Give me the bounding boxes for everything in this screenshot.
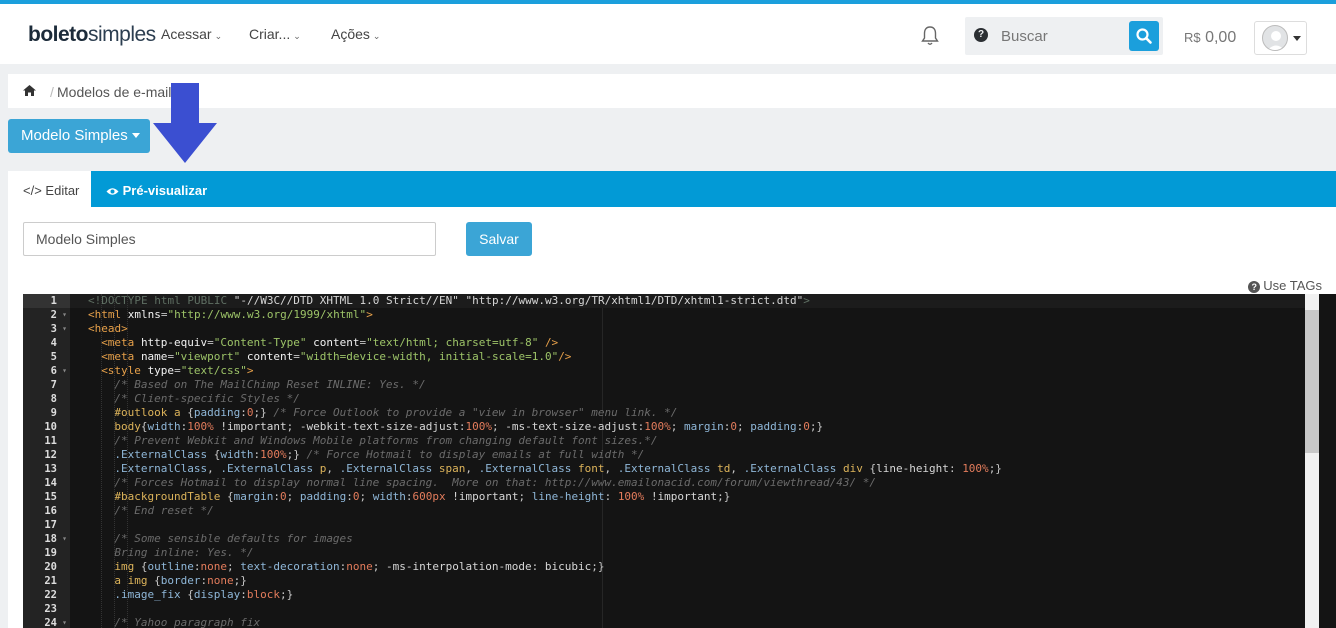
line-number: 17 <box>44 519 57 531</box>
line-number: 2 ▾ <box>50 308 67 322</box>
line-number: 22 <box>44 589 57 601</box>
code-line[interactable]: /* Based on The MailChimp Reset INLINE: … <box>70 378 1305 392</box>
code-line[interactable]: /* Yahoo paragraph fix <box>70 616 1305 628</box>
line-number: 23 <box>44 603 57 615</box>
code-line[interactable] <box>70 602 1305 616</box>
code-line[interactable]: .ExternalClass, .ExternalClass p, .Exter… <box>70 462 1305 476</box>
avatar <box>1262 25 1288 51</box>
code-line[interactable]: body{width:100% !important; -webkit-text… <box>70 420 1305 434</box>
line-number: 9 <box>50 407 57 419</box>
search-icon <box>1136 28 1152 44</box>
line-number: 3 ▾ <box>50 322 67 336</box>
code-line[interactable]: <meta name="viewport" content="width=dev… <box>70 350 1305 364</box>
fold-toggle-icon[interactable]: ▾ <box>62 616 67 628</box>
fold-toggle-icon[interactable]: ▾ <box>62 364 67 378</box>
line-number: 8 <box>50 393 57 405</box>
model-select-dropdown[interactable]: Modelo Simples <box>8 119 150 153</box>
line-number: 14 <box>44 477 57 489</box>
line-number: 10 <box>44 421 57 433</box>
chevron-down-icon: ⌄ <box>293 31 301 41</box>
fold-toggle-icon[interactable]: ▾ <box>62 322 67 336</box>
template-name-input[interactable] <box>23 222 436 256</box>
line-number: 19 <box>44 547 57 559</box>
editor-gutter: 1 2 ▾ 3 ▾ 4 5 6 ▾ 7 8 9 10 11 12 13 14 15 16 17 18 ▾ 19 20 21 22 2… <box>23 294 70 628</box>
search-box: ? <box>965 17 1163 55</box>
scrollbar-thumb[interactable] <box>1305 310 1319 453</box>
save-button[interactable]: Salvar <box>466 222 532 256</box>
annotation-arrow-icon <box>153 83 217 163</box>
indent-guide <box>127 294 128 628</box>
code-line[interactable]: .image_fix {display:block;} <box>70 588 1305 602</box>
nav-acoes[interactable]: Ações ⌄ <box>331 26 380 42</box>
code-editor[interactable]: 1 2 ▾ 3 ▾ 4 5 6 ▾ 7 8 9 10 11 12 13 14 15 16 17 18 ▾ 19 20 21 22 2… <box>23 294 1336 628</box>
editor-scrollbar[interactable] <box>1305 294 1336 628</box>
line-number: 15 <box>44 491 57 503</box>
line-number: 20 <box>44 561 57 573</box>
eye-icon <box>106 188 119 195</box>
code-line[interactable]: <html xmlns="http://www.w3.org/1999/xhtm… <box>70 308 1305 322</box>
line-number: 7 <box>50 379 57 391</box>
chevron-down-icon: ⌄ <box>372 31 381 41</box>
question-circle-icon: ? <box>1248 281 1261 293</box>
line-number: 5 <box>50 351 57 363</box>
top-navbar: boletosimples Acessar ⌄ Criar... ⌄ Ações ⌄ … <box>0 0 1336 64</box>
line-number: 4 <box>50 337 57 349</box>
line-number: 12 <box>44 449 57 461</box>
caret-down-icon <box>131 133 140 138</box>
user-menu-button[interactable] <box>1254 21 1307 55</box>
code-line[interactable]: <head> <box>70 322 1305 336</box>
code-line[interactable]: /* Some sensible defaults for images <box>70 532 1305 546</box>
account-balance[interactable]: R$ 0,00 <box>1184 29 1236 47</box>
indent-guide <box>114 294 115 628</box>
line-number: 11 <box>44 435 57 447</box>
search-button[interactable] <box>1129 21 1159 51</box>
bell-icon[interactable] <box>920 25 940 47</box>
code-line[interactable]: <!DOCTYPE html PUBLIC "-//W3C//DTD XHTML… <box>70 294 1305 308</box>
line-number: 24 ▾ <box>44 616 67 628</box>
caret-down-icon <box>1293 36 1301 41</box>
code-line[interactable]: a img {border:none;} <box>70 574 1305 588</box>
tab-edit[interactable]: </> Editar <box>8 171 91 207</box>
user-icon <box>1267 31 1285 50</box>
code-line[interactable]: <style type="text/css"> <box>70 364 1305 378</box>
code-line[interactable]: /* Client-specific Styles */ <box>70 392 1305 406</box>
code-line[interactable]: /* End reset */ <box>70 504 1305 518</box>
code-line[interactable]: .ExternalClass {width:100%;} /* Force Ho… <box>70 448 1305 462</box>
help-icon[interactable]: ? <box>974 28 988 42</box>
nav-criar[interactable]: Criar... ⌄ <box>249 26 301 42</box>
line-number: 6 ▾ <box>50 364 67 378</box>
line-number: 16 <box>44 505 57 517</box>
code-line[interactable]: /* Forces Hotmail to display normal line… <box>70 476 1305 490</box>
code-line[interactable]: #outlook a {padding:0;} /* Force Outlook… <box>70 406 1305 420</box>
indent-guide <box>101 294 102 628</box>
line-number: 1 <box>23 294 70 308</box>
nav-acessar[interactable]: Acessar ⌄ <box>161 26 222 42</box>
code-line[interactable]: <meta http-equiv="Content-Type" content=… <box>70 336 1305 350</box>
code-line[interactable]: /* Prevent Webkit and Windows Mobile pla… <box>70 434 1305 448</box>
tab-preview[interactable]: Pré-visualizar <box>106 183 207 198</box>
home-icon[interactable] <box>23 85 36 96</box>
code-line[interactable]: #backgroundTable {margin:0; padding:0; w… <box>70 490 1305 504</box>
code-line[interactable] <box>70 518 1305 532</box>
code-line[interactable]: img {outline:none; text-decoration:none;… <box>70 560 1305 574</box>
code-icon: </> <box>23 183 42 198</box>
line-number: 13 <box>44 463 57 475</box>
fold-toggle-icon[interactable]: ▾ <box>62 532 67 546</box>
breadcrumb-separator: / <box>50 84 54 100</box>
fold-toggle-icon[interactable]: ▾ <box>62 308 67 322</box>
code-line[interactable]: Bring inline: Yes. */ <box>70 546 1305 560</box>
use-tags-link[interactable]: ? Use TAGs <box>1248 278 1322 293</box>
chevron-down-icon: ⌄ <box>214 31 223 41</box>
search-input[interactable] <box>995 17 1123 55</box>
line-number: 21 <box>44 575 57 587</box>
editor-panel: Salvar ?Use TAGs 12▾3▾456▾78910111213141… <box>8 207 1336 628</box>
editor-tab-bar: </> Editar Pré-visualizar <box>8 171 1336 207</box>
line-number: 18 ▾ <box>44 532 67 546</box>
brand-logo[interactable]: boletosimples <box>28 23 156 47</box>
